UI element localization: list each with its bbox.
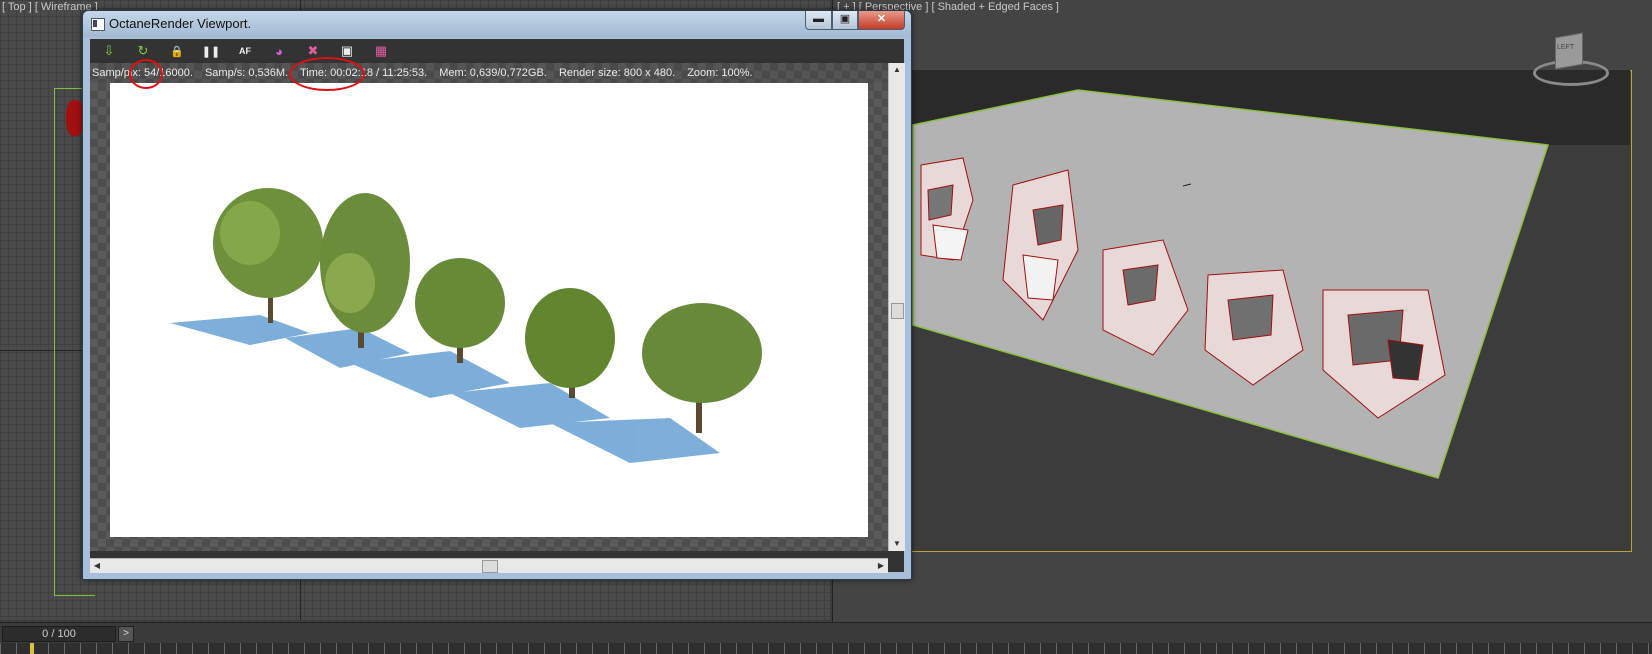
material-picker-icon[interactable]: ◕ bbox=[269, 41, 289, 61]
render-size: Render size: 800 x 480. bbox=[558, 67, 676, 79]
vertical-scroll-thumb[interactable] bbox=[891, 303, 904, 319]
tree-5 bbox=[642, 303, 762, 433]
tree-3 bbox=[415, 258, 505, 363]
vertical-scrollbar[interactable]: ▲ ▼ bbox=[888, 63, 905, 551]
octane-viewport-window: OctaneRender Viewport. ▬ ▣ ✕ ⇩ ↻ 🔒 ❚❚ AF… bbox=[82, 10, 912, 580]
rendered-trees-scene bbox=[170, 188, 762, 463]
window-titlebar[interactable]: OctaneRender Viewport. ▬ ▣ ✕ bbox=[83, 11, 911, 37]
samples-per-pixel: Samp/pix: 54/16000. bbox=[92, 67, 193, 79]
timeline: 0 / 100 > bbox=[0, 622, 1652, 654]
restart-render-icon[interactable]: ↻ bbox=[133, 41, 153, 61]
current-frame-marker[interactable] bbox=[30, 643, 34, 654]
send-scene-icon[interactable]: ⇩ bbox=[99, 41, 119, 61]
tree-1 bbox=[213, 188, 323, 323]
window-app-icon bbox=[91, 18, 105, 31]
tree-4 bbox=[525, 288, 615, 398]
horizontal-scrollbar[interactable]: ◀ ▶ bbox=[90, 558, 888, 573]
viewcube-cube[interactable] bbox=[1555, 32, 1583, 70]
save-image-icon[interactable]: ▦ bbox=[371, 41, 391, 61]
track-ruler[interactable] bbox=[0, 643, 1652, 654]
maximize-button[interactable]: ▣ bbox=[832, 11, 858, 30]
rendered-image bbox=[110, 83, 868, 537]
horizontal-scroll-thumb[interactable] bbox=[482, 560, 498, 573]
scroll-left-icon[interactable]: ◀ bbox=[90, 559, 104, 573]
scroll-right-icon[interactable]: ▶ bbox=[874, 559, 888, 573]
window-title: OctaneRender Viewport. bbox=[109, 16, 252, 31]
render-stats-bar: Samp/pix: 54/16000. Samp/s: 0,536M. Time… bbox=[90, 63, 890, 83]
octane-toolbar: ⇩ ↻ 🔒 ❚❚ AF ◕ ✖ ▣ ▦ bbox=[90, 39, 904, 63]
tree-2 bbox=[320, 193, 410, 348]
clay-mode-icon[interactable]: ✖ bbox=[303, 41, 323, 61]
time-slider[interactable]: 0 / 100 bbox=[2, 626, 116, 642]
render-time: Time: 00:02:18 / 11:25:53. bbox=[299, 67, 428, 79]
close-button[interactable]: ✕ bbox=[858, 11, 905, 30]
viewcube[interactable]: LEFT bbox=[1533, 30, 1609, 86]
minimize-button[interactable]: ▬ bbox=[805, 11, 832, 30]
memory-usage: Mem: 0,639/0,772GB. bbox=[439, 67, 547, 79]
window-controls: ▬ ▣ ✕ bbox=[805, 11, 905, 30]
scroll-down-icon[interactable]: ▼ bbox=[889, 537, 905, 551]
focus-picker-icon[interactable]: AF bbox=[235, 41, 255, 61]
lock-icon[interactable]: 🔒 bbox=[167, 41, 187, 61]
region-render-icon[interactable]: ▣ bbox=[337, 41, 357, 61]
next-frame-button[interactable]: > bbox=[118, 626, 134, 642]
pause-icon[interactable]: ❚❚ bbox=[201, 41, 221, 61]
perspective-viewport[interactable]: [ + ] [ Perspective ] [ Shaded + Edged F… bbox=[832, 0, 1652, 624]
scroll-up-icon[interactable]: ▲ bbox=[889, 63, 905, 77]
render-canvas[interactable] bbox=[90, 83, 888, 551]
viewcube-label: LEFT bbox=[1557, 44, 1575, 51]
zoom-level: Zoom: 100%. bbox=[687, 67, 753, 79]
window-client: ⇩ ↻ 🔒 ❚❚ AF ◕ ✖ ▣ ▦ Samp/pix: 54/16000. … bbox=[90, 39, 905, 573]
perspective-scene bbox=[912, 89, 1550, 479]
samples-per-second: Samp/s: 0,536M. bbox=[204, 67, 289, 79]
